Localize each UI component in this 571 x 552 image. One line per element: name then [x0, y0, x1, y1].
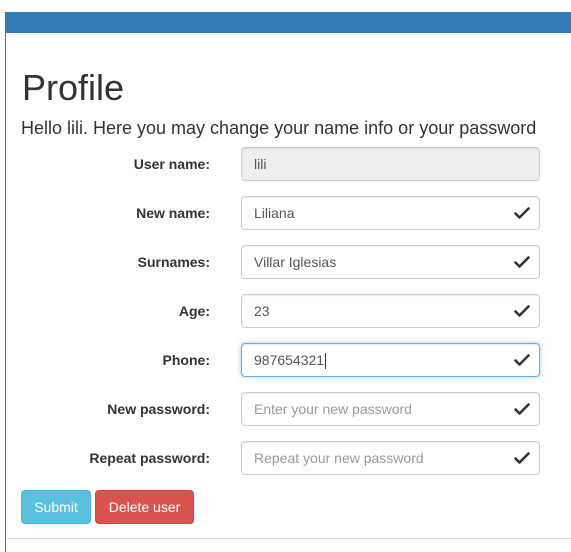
greeting-text: Hello lili. Here you may change your nam… [21, 118, 537, 138]
surnames-label: Surnames: [137, 254, 210, 270]
repeat-password-placeholder: Repeat your new password [254, 450, 424, 466]
age-value: 23 [254, 303, 270, 319]
new-name-input[interactable]: Liliana [241, 196, 540, 230]
new-name-value: Liliana [254, 205, 295, 221]
panel-divider [6, 538, 571, 539]
new-name-label: New name: [136, 205, 210, 221]
form-row-new-name: New name: Liliana [0, 196, 571, 230]
phone-label: Phone: [162, 352, 210, 368]
delete-user-button[interactable]: Delete user [95, 490, 194, 524]
form-row-repeat-password: Repeat password: Repeat your new passwor… [0, 441, 571, 475]
surnames-input[interactable]: Villar Iglesias [241, 245, 540, 279]
checkmark-icon [514, 207, 530, 219]
phone-input[interactable]: 987654321 [241, 343, 540, 377]
checkmark-icon [514, 256, 530, 268]
age-label: Age: [178, 303, 210, 319]
username-field: lili [241, 147, 540, 181]
username-value: lili [254, 156, 267, 172]
checkmark-icon [514, 354, 530, 366]
repeat-password-input[interactable]: Repeat your new password [241, 441, 540, 475]
repeat-password-label: Repeat password: [89, 450, 210, 466]
panel-heading [6, 12, 571, 33]
form-row-age: Age: 23 [0, 294, 571, 328]
username-label: User name: [133, 156, 210, 172]
new-password-placeholder: Enter your new password [254, 401, 412, 417]
age-input[interactable]: 23 [241, 294, 540, 328]
form-row-phone: Phone: 987654321 [0, 343, 571, 377]
new-password-label: New password: [107, 401, 210, 417]
surnames-value: Villar Iglesias [254, 254, 337, 270]
form-row-surnames: Surnames: Villar Iglesias [0, 245, 571, 279]
page-title: Profile [22, 67, 125, 108]
checkmark-icon [514, 452, 530, 464]
submit-button[interactable]: Submit [21, 490, 91, 524]
text-caret [325, 353, 327, 370]
phone-value: 987654321 [254, 352, 325, 368]
checkmark-icon [514, 305, 530, 317]
checkmark-icon [514, 403, 530, 415]
new-password-input[interactable]: Enter your new password [241, 392, 540, 426]
form-row-new-password: New password: Enter your new password [0, 392, 571, 426]
form-row-username: User name: lili [0, 147, 571, 181]
